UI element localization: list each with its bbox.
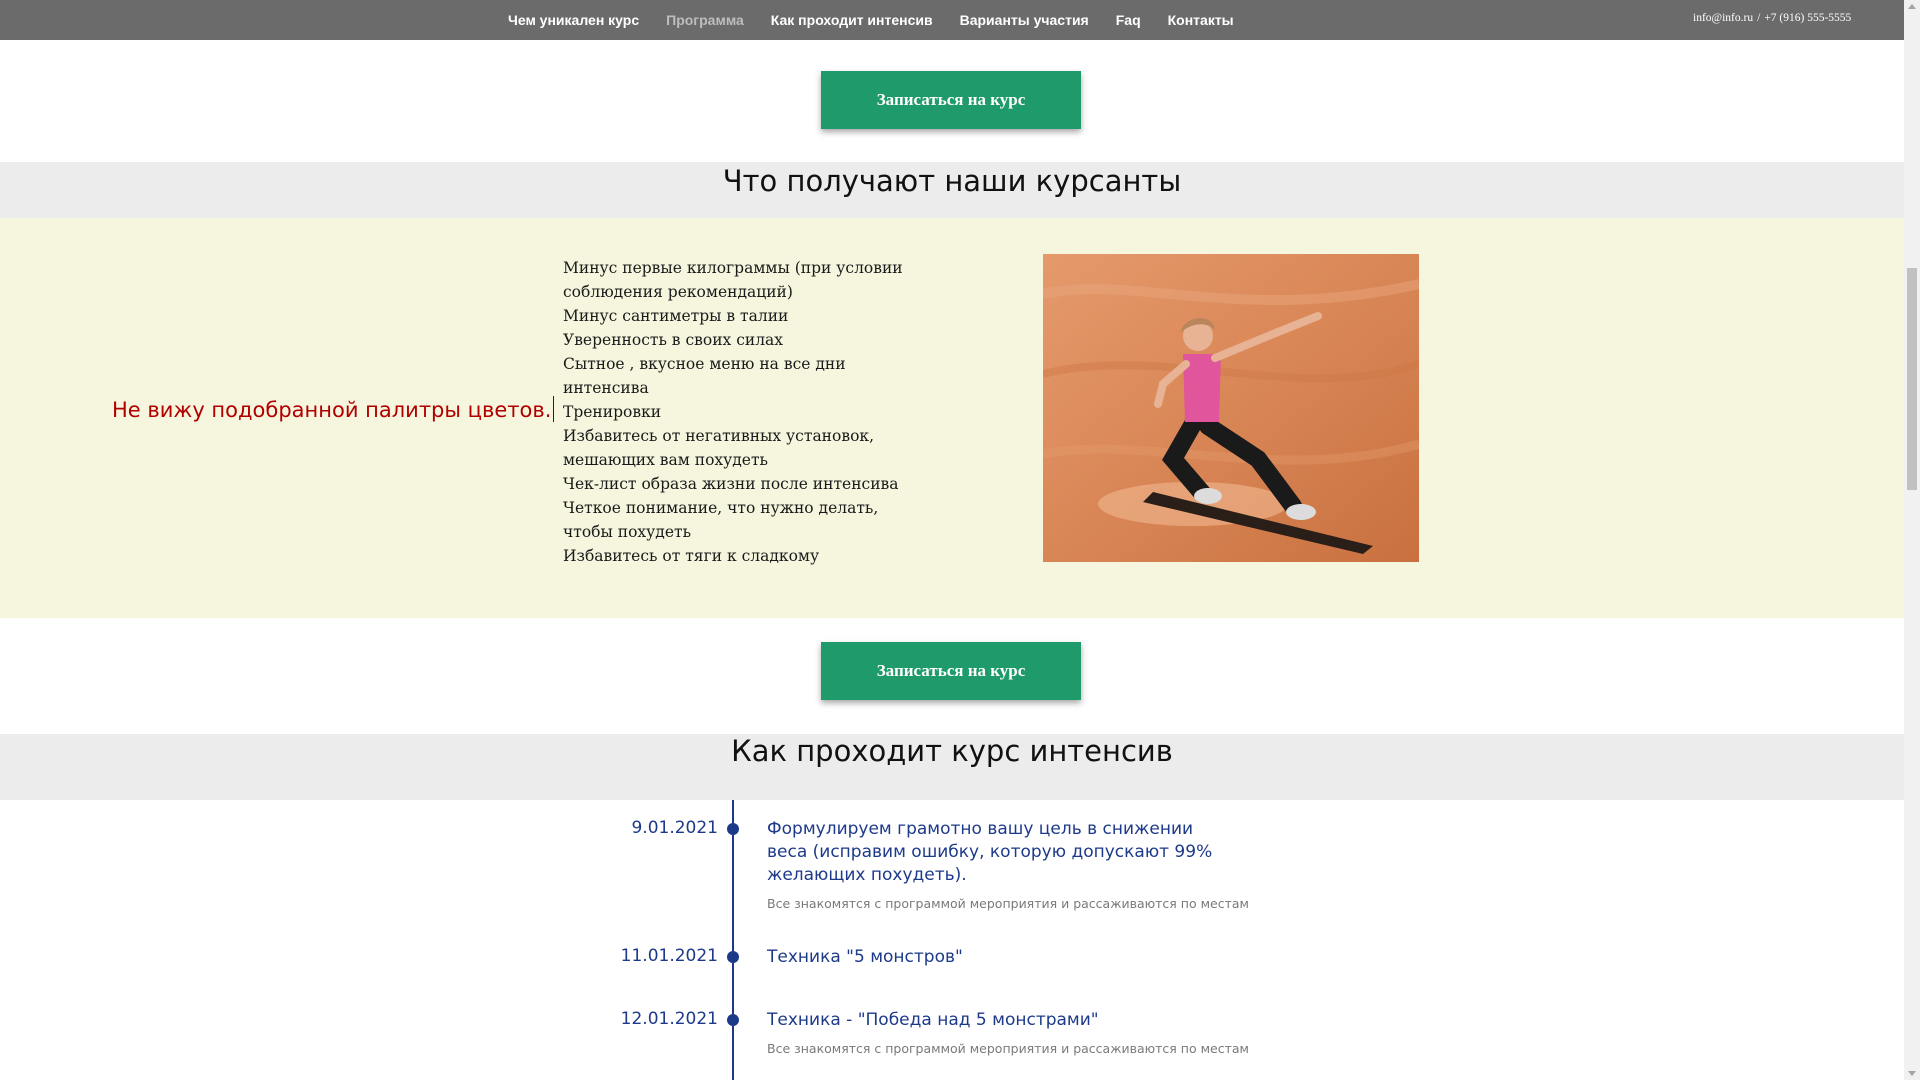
timeline-dot (727, 1014, 739, 1026)
timeline-dot (727, 823, 739, 835)
list-item: Тренировки (563, 403, 662, 421)
text-caret (553, 396, 555, 422)
benefits-section: Не вижу подобранной палитры цветов. Мину… (0, 218, 1904, 618)
timeline-line (732, 800, 734, 1080)
list-item: Чек-лист образа жизни после интенсива (563, 475, 899, 493)
course-heading: Как проходит курс интенсив (731, 734, 1173, 768)
timeline-date: 9.01.2021 (631, 818, 718, 838)
timeline-date: 11.01.2021 (620, 946, 718, 966)
sandboarding-photo (1043, 254, 1419, 562)
benefits-heading: Что получают наши курсанты (722, 164, 1182, 198)
scroll-down-arrow-icon[interactable] (1908, 1071, 1916, 1076)
course-timeline: 9.01.2021 Формулируем грамотно вашу цель… (0, 800, 1904, 1080)
nav-link-unique[interactable]: Чем уникален курс (508, 12, 639, 28)
timeline-title: Формулируем грамотно вашу цель в снижени… (767, 819, 1213, 885)
timeline-date: 12.01.2021 (620, 1009, 718, 1029)
page: Чем уникален курс Программа Как проходит… (0, 0, 1904, 1080)
timeline-title: Техника - "Победа над 5 монстрами" (767, 1010, 1099, 1030)
benefits-header: Что получают наши курсанты (0, 162, 1904, 218)
nav-link-options[interactable]: Варианты участия (960, 12, 1089, 28)
review-note: Не вижу подобранной палитры цветов. (112, 396, 555, 422)
list-item: Избавитесь от негативных установок, меша… (563, 427, 875, 469)
contact-phone[interactable]: +7 (916) 555-5555 (1764, 12, 1851, 24)
benefit-list: Минус первые килограммы (при условии соб… (563, 256, 933, 568)
scrollbar-thumb[interactable] (1907, 268, 1917, 490)
timeline-desc: Все знакомятся с программой мероприятия … (767, 896, 1249, 911)
nav-link-faq[interactable]: Faq (1116, 12, 1141, 28)
list-item: Уверенность в своих силах (563, 331, 784, 349)
course-header: Как проходит курс интенсив (0, 734, 1904, 800)
contact-separator: / (1757, 12, 1761, 24)
list-item: Минус сантиметры в талии (563, 307, 789, 325)
page-scrollbar[interactable] (1904, 0, 1920, 1080)
nav-link-contacts[interactable]: Контакты (1168, 12, 1234, 28)
timeline-dot (727, 951, 739, 963)
nav-menu: Чем уникален курс Программа Как проходит… (508, 0, 1261, 40)
nav-contact: info@info.ru / +7 (916) 555-5555 (1693, 12, 1851, 24)
signup-button-bottom[interactable]: Записаться на курс (821, 642, 1081, 700)
timeline-title: Техника "5 монстров" (767, 947, 963, 967)
list-item: Сытное , вкусное меню на все дни интенси… (563, 355, 846, 397)
list-item: Четкое понимание, что нужно делать, чтоб… (563, 499, 879, 541)
nav-link-how-it-works[interactable]: Как проходит интенсив (771, 12, 933, 28)
list-item: Избавитесь от тяги к сладкому (563, 547, 820, 565)
scroll-up-arrow-icon[interactable] (1908, 4, 1916, 9)
contact-email[interactable]: info@info.ru (1693, 12, 1753, 24)
top-nav: Чем уникален курс Программа Как проходит… (0, 0, 1904, 40)
nav-link-program[interactable]: Программа (666, 12, 744, 28)
list-item: Минус первые килограммы (при условии соб… (563, 259, 903, 301)
review-note-text: Не вижу подобранной палитры цветов. (112, 398, 552, 422)
signup-button-top[interactable]: Записаться на курс (821, 71, 1081, 129)
timeline-desc: Все знакомятся с программой мероприятия … (767, 1041, 1249, 1056)
